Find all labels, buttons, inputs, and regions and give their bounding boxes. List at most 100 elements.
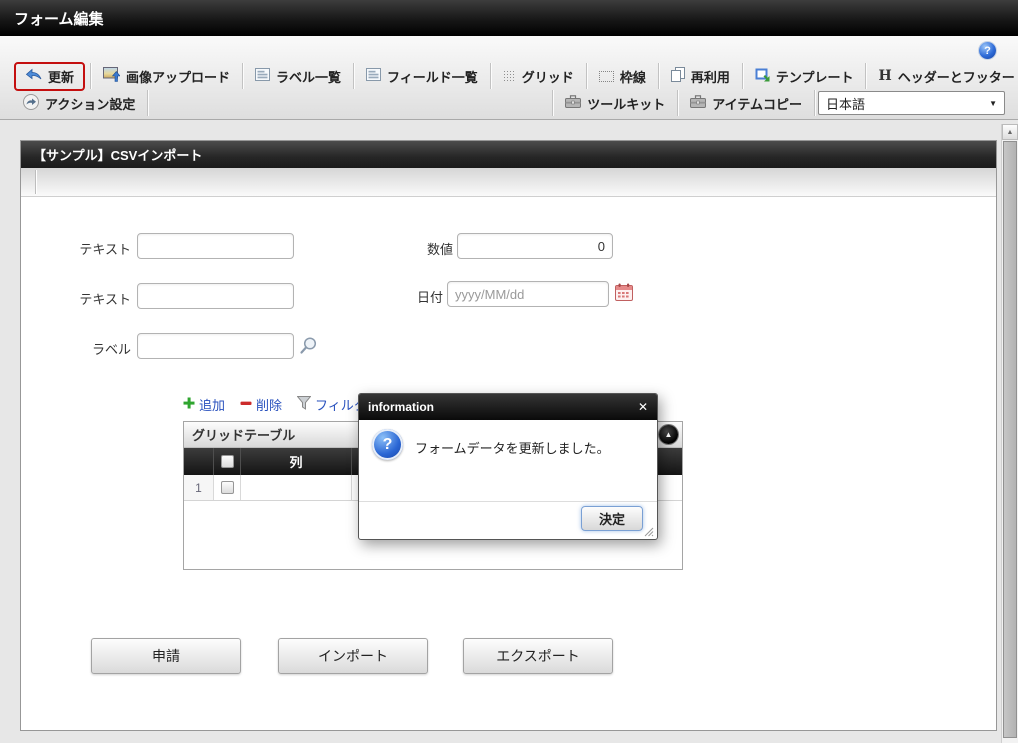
reuse-label: 再利用 <box>691 67 730 86</box>
select-all-cell <box>214 448 241 475</box>
reuse-button[interactable]: 再利用 <box>662 64 739 89</box>
field-list-button[interactable]: フィールド一覧 <box>357 64 487 89</box>
toolbar-separator <box>586 63 587 89</box>
add-row-link[interactable]: 追加 <box>183 395 225 414</box>
select-all-checkbox[interactable] <box>221 455 234 468</box>
toolbar-separator <box>147 90 148 116</box>
language-select[interactable]: 日本語 ▼ <box>818 91 1005 115</box>
toolbar-separator <box>677 90 678 116</box>
toolbar-separator <box>742 63 743 89</box>
submit-button[interactable]: 申請 <box>91 638 241 674</box>
scrollbar-thumb[interactable] <box>1003 141 1017 738</box>
chevron-down-icon: ▼ <box>989 99 997 108</box>
toolbar-separator <box>865 63 866 89</box>
dialog-title: information <box>368 400 434 414</box>
item-copy-button[interactable]: アイテムコピー <box>681 91 811 116</box>
toolbar-separator <box>490 63 491 89</box>
text1-input[interactable] <box>137 233 294 259</box>
help-icon[interactable]: ? <box>979 42 996 59</box>
template-icon <box>755 68 770 85</box>
resize-handle-icon[interactable] <box>643 525 654 536</box>
update-label: 更新 <box>48 67 74 86</box>
row-checkbox[interactable] <box>221 481 234 494</box>
app-window: フォーム編集 ? 更新 <box>0 0 1018 743</box>
toolbar-row-2: アクション設定 ツールキット アイテムコピー 日本語 ▼ <box>0 90 1018 116</box>
delete-row-label: 削除 <box>256 395 282 414</box>
grid-button[interactable]: グリッド <box>494 64 583 89</box>
label-list-icon <box>255 68 270 84</box>
border-icon <box>599 71 614 82</box>
header-footer-button[interactable]: H ヘッダーとフッター <box>869 64 1018 89</box>
toolbar-separator <box>90 63 91 89</box>
toolbar-separator <box>552 90 553 116</box>
number-input[interactable] <box>457 233 613 259</box>
calendar-icon[interactable] <box>615 283 633 304</box>
toolbar-separator <box>814 90 815 116</box>
action-settings-button[interactable]: アクション設定 <box>14 91 144 116</box>
search-icon[interactable] <box>299 336 318 358</box>
delete-row-link[interactable]: 削除 <box>240 395 282 414</box>
collapse-button[interactable]: ▲ <box>659 425 678 444</box>
toolkit-label: ツールキット <box>587 94 665 113</box>
image-upload-label: 画像アップロード <box>126 67 230 86</box>
toolbar-separator <box>658 63 659 89</box>
grid-label: グリッド <box>522 67 574 86</box>
close-icon[interactable]: ✕ <box>638 401 648 413</box>
form-sub-toolbar <box>21 168 996 197</box>
grid-actions: 追加 削除 フィルタ <box>183 395 367 414</box>
column-header: 列 <box>241 448 352 475</box>
item-copy-label: アイテムコピー <box>712 94 802 113</box>
dialog-footer-divider <box>359 501 657 502</box>
scrollbar-up-icon[interactable]: ▲ <box>1002 124 1018 140</box>
info-question-icon: ? <box>372 429 403 460</box>
strip-divider <box>35 170 36 194</box>
border-button[interactable]: 枠線 <box>590 64 655 89</box>
header-footer-label: ヘッダーとフッター <box>898 67 1015 86</box>
import-button[interactable]: インポート <box>278 638 428 674</box>
vertical-scrollbar[interactable]: ▲ <box>1001 124 1018 743</box>
page-title: フォーム編集 <box>14 8 104 29</box>
field-list-icon <box>366 68 381 84</box>
item-copy-icon <box>690 95 706 111</box>
template-label: テンプレート <box>776 67 854 86</box>
date-input[interactable] <box>447 281 609 307</box>
row-number: 1 <box>184 475 214 500</box>
dialog-titlebar[interactable]: information ✕ <box>359 394 657 420</box>
toolbar-separator <box>353 63 354 89</box>
grid-table-title: グリッドテーブル <box>192 425 295 444</box>
window-titlebar: フォーム編集 <box>0 0 1018 36</box>
language-select-value: 日本語 <box>826 94 865 113</box>
text1-label: テキスト <box>41 239 131 258</box>
action-settings-icon <box>23 94 39 113</box>
row-cell[interactable] <box>241 475 352 500</box>
filter-icon <box>297 396 311 413</box>
date-label: 日付 <box>371 287 443 306</box>
lookup-input[interactable] <box>137 333 294 359</box>
reuse-icon <box>671 67 685 85</box>
action-settings-label: アクション設定 <box>45 94 135 113</box>
toolkit-icon <box>565 95 581 111</box>
text2-input[interactable] <box>137 283 294 309</box>
row-checkbox-cell <box>214 475 241 500</box>
collapse-arrow-icon: ▲ <box>665 430 673 439</box>
image-upload-button[interactable]: 画像アップロード <box>94 64 239 89</box>
update-highlight-box: 更新 <box>14 62 85 91</box>
minus-icon <box>240 397 252 412</box>
ok-button[interactable]: 決定 <box>581 506 643 531</box>
update-button[interactable]: 更新 <box>16 64 83 89</box>
label-list-label: ラベル一覧 <box>276 67 341 86</box>
form-title: 【サンプル】CSVインポート <box>33 145 202 164</box>
row-number-header <box>184 448 214 475</box>
export-button[interactable]: エクスポート <box>463 638 613 674</box>
toolkit-button[interactable]: ツールキット <box>556 91 674 116</box>
toolbar-separator <box>242 63 243 89</box>
plus-icon <box>183 397 195 412</box>
label-list-button[interactable]: ラベル一覧 <box>246 64 350 89</box>
image-upload-icon <box>103 67 120 85</box>
form-title-bar: 【サンプル】CSVインポート <box>21 141 996 168</box>
filter-link[interactable]: フィルタ <box>297 395 367 414</box>
template-button[interactable]: テンプレート <box>746 64 863 89</box>
number-label: 数値 <box>371 239 453 258</box>
dialog-message: フォームデータを更新しました。 <box>415 438 610 457</box>
information-dialog: information ✕ ? フォームデータを更新しました。 決定 <box>358 393 658 540</box>
